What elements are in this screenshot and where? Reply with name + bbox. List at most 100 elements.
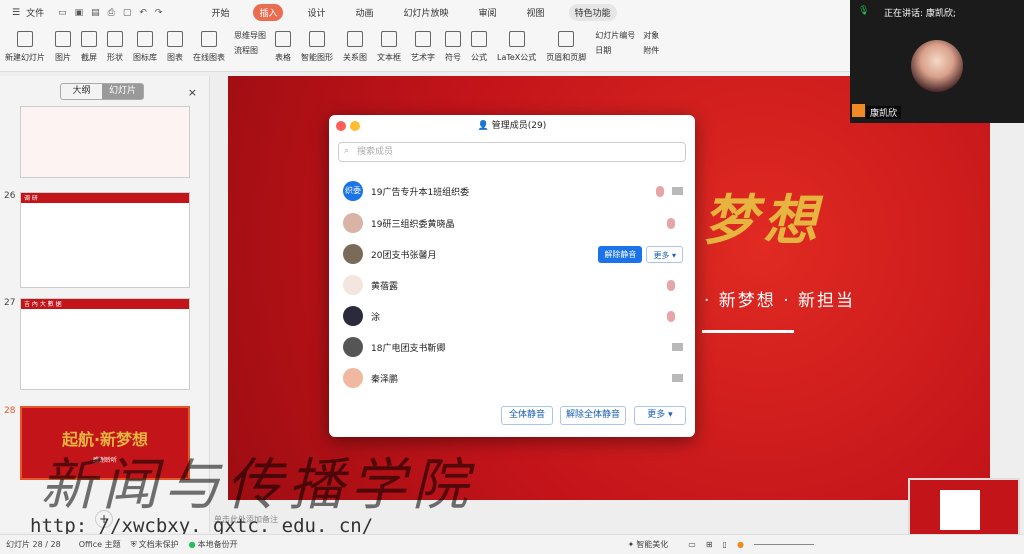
file-menu[interactable]: 文件 xyxy=(26,6,44,19)
play-icon[interactable]: ● xyxy=(737,540,744,549)
slide-number-28: 28 xyxy=(4,406,16,416)
picture-button[interactable]: 图片 xyxy=(55,31,71,63)
slide-number-button[interactable]: 幻灯片编号 xyxy=(595,30,635,41)
picture-icon xyxy=(55,31,71,47)
tab-design[interactable]: 设计 xyxy=(301,4,331,21)
undo-icon[interactable]: ↶ xyxy=(139,8,147,18)
omega-icon xyxy=(445,31,461,47)
save-icon[interactable]: ▣ xyxy=(75,8,84,18)
avatar: 织委 xyxy=(343,181,363,201)
sorter-view-icon[interactable]: ⊞ xyxy=(706,540,713,549)
tab-features[interactable]: 特色功能 xyxy=(568,4,617,21)
member-row[interactable]: 19研三组织委黄晓晶 xyxy=(343,210,683,236)
member-row[interactable]: 秦泽鹏 xyxy=(343,365,683,391)
zoom-slider[interactable] xyxy=(753,544,814,545)
date-button[interactable]: 日期 xyxy=(595,45,635,56)
mic-muted-icon[interactable] xyxy=(667,310,675,322)
tab-review[interactable]: 审阅 xyxy=(473,4,503,21)
member-row[interactable]: 涂 xyxy=(343,303,683,329)
slide-thumbnail-27[interactable]: 吉 內 大 數 据 xyxy=(20,298,190,390)
mic-muted-icon[interactable] xyxy=(667,217,675,229)
wordart-button[interactable]: 艺术字 xyxy=(411,31,435,63)
mic-muted-icon[interactable] xyxy=(656,185,664,197)
wordart-icon xyxy=(415,31,431,47)
tab-outline[interactable]: 大纲 xyxy=(61,84,102,99)
member-row[interactable]: 黄蓓露 xyxy=(343,272,683,298)
camera-off-icon[interactable] xyxy=(672,374,683,382)
smart-graphic-icon xyxy=(309,31,325,47)
latex-button[interactable]: LaTeX公式 xyxy=(497,31,536,63)
attachment-button[interactable]: 附件 xyxy=(643,45,659,56)
slide-count: 幻灯片 28 / 28 xyxy=(6,540,61,549)
avatar xyxy=(343,213,363,233)
mic-muted-icon[interactable] xyxy=(667,279,675,291)
close-icon[interactable]: × xyxy=(188,86,197,99)
slide-number-27: 27 xyxy=(4,298,16,308)
tab-view[interactable]: 视图 xyxy=(521,4,551,21)
reading-view-icon[interactable]: ▯ xyxy=(723,540,727,549)
table-button[interactable]: 表格 xyxy=(275,31,291,63)
chart-button[interactable]: 图表 xyxy=(167,31,183,63)
redo-icon[interactable]: ↷ xyxy=(155,8,163,18)
formula-button[interactable]: 公式 xyxy=(471,31,487,63)
flowchart-button[interactable]: 流程图 xyxy=(234,45,266,56)
symbol-button[interactable]: 符号 xyxy=(445,31,461,63)
member-name: 19研三组织委黄晓晶 xyxy=(371,219,455,230)
online-chart-button[interactable]: 在线图表 xyxy=(193,31,225,63)
screenshot-button[interactable]: 截屏 xyxy=(81,31,97,63)
mindmap-button[interactable]: 思维导图 xyxy=(234,30,266,41)
textbox-button[interactable]: 文本框 xyxy=(377,31,401,63)
dialog-title: 👤 管理成员(29) xyxy=(477,121,547,131)
mic-icon: 🎙 xyxy=(858,6,870,16)
unmute-all-button[interactable]: 解除全体静音 xyxy=(560,406,626,425)
mute-all-button[interactable]: 全体静音 xyxy=(501,406,553,425)
search-input[interactable]: 搜索成员 xyxy=(338,142,686,162)
member-row[interactable]: 织委 19广告专升本1班组织委 xyxy=(343,178,683,204)
watermark-text: 新闻与传播学院 xyxy=(40,453,474,518)
person-icon: 👤 xyxy=(477,121,492,131)
shape-button[interactable]: 形状 xyxy=(107,31,123,63)
mini-preview-dialog xyxy=(940,490,980,530)
icon-library-button[interactable]: 图标库 xyxy=(133,31,157,63)
member-row[interactable]: 20团支书张馨月 解除静音 更多 ▾ xyxy=(343,241,683,267)
camera-off-icon[interactable] xyxy=(672,343,683,351)
object-button[interactable]: 对象 xyxy=(643,30,659,41)
view-toggle: 大纲 幻灯片 xyxy=(60,83,144,100)
protect-status[interactable]: 文档未保护 xyxy=(139,539,179,550)
beautify-button[interactable]: 智能美化 xyxy=(636,539,668,550)
relation-button[interactable]: 关系图 xyxy=(343,31,367,63)
tab-animation[interactable]: 动画 xyxy=(350,4,380,21)
normal-view-icon[interactable]: ▭ xyxy=(688,540,696,549)
tab-home[interactable]: 开始 xyxy=(205,4,235,21)
tab-slides[interactable]: 幻灯片 xyxy=(102,84,143,99)
more-button[interactable]: 更多 ▾ xyxy=(646,245,683,263)
slide27-red-bar: 吉 內 大 數 据 xyxy=(21,299,189,309)
header-footer-button[interactable]: 页眉和页脚 xyxy=(546,31,586,63)
member-name: 黄蓓露 xyxy=(371,281,399,292)
unmute-button[interactable]: 解除静音 xyxy=(598,245,643,263)
dialog-more-button[interactable]: 更多 ▾ xyxy=(634,406,686,425)
camera-off-icon[interactable] xyxy=(672,187,683,195)
hamburger-icon[interactable]: ☰ xyxy=(12,8,20,18)
shield-icon: ⛨ xyxy=(130,539,137,549)
preview-icon[interactable]: ▢ xyxy=(123,8,132,18)
slide-thumbnail-25[interactable] xyxy=(20,106,190,178)
print-icon[interactable]: ⎙ xyxy=(108,8,115,18)
tex-icon xyxy=(508,31,525,47)
textbox-icon xyxy=(381,31,397,47)
tab-slideshow[interactable]: 幻灯片放映 xyxy=(398,4,455,21)
export-icon[interactable]: ▤ xyxy=(91,8,100,18)
member-row[interactable]: 18广电团支书靳卿 xyxy=(343,334,683,360)
open-icon[interactable]: ▭ xyxy=(58,8,67,18)
slide-thumbnail-26[interactable]: 调 研 xyxy=(20,192,190,288)
backup-status[interactable]: 本地备份开 xyxy=(198,539,238,550)
theme-name[interactable]: Office 主题 xyxy=(79,539,121,550)
avatar xyxy=(343,244,363,264)
tab-insert[interactable]: 插入 xyxy=(253,4,284,21)
smart-graphic-button[interactable]: 智能图形 xyxy=(301,31,333,63)
menu-bar: ☰ 文件 ▭ ▣ ▤ ⎙ ▢ ↶ ↷ 开始 插入 设计 动画 幻灯片放映 审阅 … xyxy=(0,0,850,25)
new-slide-button[interactable]: 新建幻灯片 xyxy=(5,31,45,63)
slide-slogan: · 新梦想 · 新担当 xyxy=(704,291,856,311)
avatar xyxy=(343,275,363,295)
slide26-red-bar: 调 研 xyxy=(21,193,189,203)
